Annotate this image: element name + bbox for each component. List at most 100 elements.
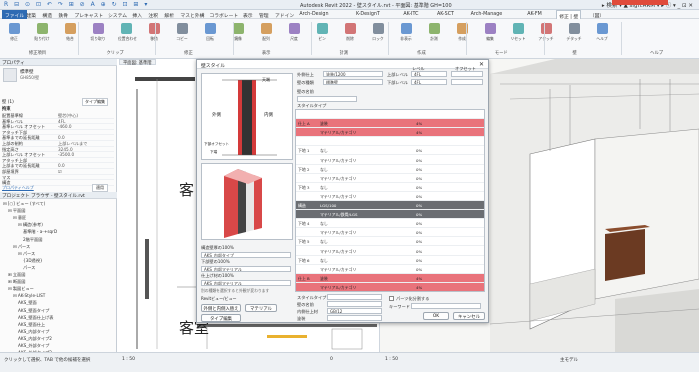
layer-value[interactable]: 0% — [416, 148, 422, 153]
layer-name[interactable]: なし — [320, 167, 328, 173]
layer-row[interactable]: 下地 1 なし 0% — [296, 146, 484, 156]
keyword-input[interactable] — [411, 303, 481, 309]
browser-tree-item[interactable]: ⊟ 構造(参考) — [18, 222, 43, 228]
layer-name[interactable]: マテリアル/鉄骨/LGS — [320, 212, 357, 218]
ribbon-button-3[interactable]: 切り取り — [90, 23, 106, 41]
layer-row[interactable]: マテリアル/カテゴリ 0% — [296, 247, 484, 256]
browser-tree-item[interactable]: ⊞ 立面図 — [8, 272, 25, 278]
tab-17[interactable]: AK-SCT — [437, 12, 454, 17]
tab-7[interactable]: 注釈 — [148, 12, 158, 19]
edit-type-button[interactable]: タイプ編集 — [82, 98, 108, 106]
layer-name[interactable]: なし — [320, 185, 328, 191]
layer-value[interactable]: 4% — [416, 276, 422, 281]
layer-value[interactable]: 4% — [416, 285, 422, 290]
top-level-select[interactable]: 4FL — [411, 71, 447, 77]
browser-tree-item[interactable]: {3D透視} — [23, 258, 43, 264]
property-value[interactable]: 0.0 — [58, 135, 65, 140]
layer-row[interactable]: 下地 6 なし 0% — [296, 256, 484, 265]
3d-scale[interactable]: 1 : 50 — [385, 357, 398, 362]
ribbon-button-14[interactable]: 非表示 — [398, 23, 414, 41]
tab-10[interactable]: コラボレート — [209, 12, 238, 19]
layer-row[interactable]: 下地 4 なし 0% — [296, 219, 484, 229]
layer-name[interactable]: マテリアル/カテゴリ — [320, 249, 356, 255]
bottom-field-input[interactable] — [327, 301, 382, 307]
tab-13[interactable]: アドイン — [275, 12, 294, 19]
layer-table[interactable]: 仕上 A 塗装 4% マテリアル/カテゴリ 4% 下地 1 なし 0% マテリアル/カテゴリ 0%… — [295, 109, 485, 292]
browser-tree-item[interactable]: 基準階 - a-+sqrD — [23, 229, 57, 235]
wall-selector[interactable]: 壁 (1) — [2, 99, 14, 105]
top-offset-input[interactable] — [451, 71, 483, 77]
layer-row[interactable]: 構造 LGS/100 0% — [296, 201, 484, 210]
material-button[interactable]: マテリアル — [245, 304, 277, 312]
browser-tree-item[interactable]: ⊟ 製図ビュー — [8, 286, 34, 292]
close-icon[interactable]: ✕ — [479, 61, 484, 68]
layer-value[interactable]: 0% — [416, 267, 422, 272]
layer-value[interactable]: 0% — [416, 194, 422, 199]
ribbon-button-4[interactable]: 位置合わせ — [118, 23, 137, 41]
tab-1[interactable]: 建築 — [26, 12, 36, 19]
layer-value[interactable]: 0% — [416, 221, 422, 226]
browser-tree-item[interactable]: ⊟ パース — [13, 244, 30, 250]
browser-tree-item[interactable]: ⊟ [○] ビュー (すべて) — [3, 201, 45, 207]
property-value[interactable]: 0.0 — [58, 163, 65, 168]
tab-11[interactable]: 表示 — [243, 12, 253, 19]
layer-value[interactable]: 0% — [416, 185, 422, 190]
layer-row[interactable]: マテリアル/カテゴリ 4% — [296, 282, 484, 291]
tab-18[interactable]: Arch-Manage — [471, 12, 503, 17]
browser-tree-item[interactable]: ⊟ AK-Style-LIST — [13, 293, 45, 298]
layer-value[interactable]: 0% — [416, 167, 422, 172]
layer-name[interactable]: マテリアル/カテゴリ — [320, 130, 356, 136]
layer-row[interactable]: マテリアル/カテゴリ 0% — [296, 265, 484, 274]
tab-20[interactable]: 修正 | 壁 — [556, 10, 582, 20]
bottom-field-input[interactable] — [327, 294, 382, 300]
layer-value[interactable]: 0% — [416, 176, 422, 181]
property-value[interactable]: 3245.0 — [58, 147, 73, 152]
quick-access-toolbar[interactable]: R ⊟ ⊙ ⊡ ↶ ↷ ⊞ ⊘ A ⊕ ↻ ⊡ ⊞ ▾ — [4, 1, 149, 8]
layer-row[interactable] — [296, 110, 484, 119]
layer-name[interactable]: 塗装 — [320, 276, 328, 282]
layer-row[interactable]: 仕上 B 塗装 4% — [296, 273, 484, 283]
browser-tree-item[interactable]: ⊟ 意匠 — [13, 215, 26, 221]
ribbon-button-18[interactable]: リセット — [510, 23, 526, 41]
layer-name[interactable]: なし — [320, 239, 328, 245]
browser-tree-item[interactable]: AKS_壁面仕上げ表 — [18, 315, 54, 321]
browser-tree-item[interactable]: AKS_内部タイプ2 — [18, 336, 52, 342]
ribbon-button-6[interactable]: コピー — [174, 23, 190, 41]
swap-sides-button[interactable]: 外側と内側入替え — [201, 304, 241, 312]
tab-3[interactable]: 鉄骨 — [58, 12, 68, 19]
bottom-offset-input[interactable] — [451, 79, 483, 85]
ribbon-button-21[interactable]: ヘルプ — [594, 23, 610, 41]
ribbon-button-2[interactable]: 結合 — [62, 23, 78, 41]
layer-value[interactable]: 0% — [416, 239, 422, 244]
layer-row[interactable]: 下地 2 なし 0% — [296, 165, 484, 174]
ribbon-button-17[interactable]: 編集 — [482, 23, 498, 41]
layer-row[interactable]: 仕上 A 塗装 4% — [296, 119, 484, 129]
layer-name[interactable]: LGS/100 — [320, 203, 336, 208]
layer-name[interactable]: マテリアル/カテゴリ — [320, 230, 356, 236]
ribbon-button-12[interactable]: 削除 — [342, 23, 358, 41]
browser-tree-item[interactable]: ⊞ 断面図 — [8, 279, 25, 285]
tab-12[interactable]: 管理 — [259, 12, 269, 19]
layer-row[interactable]: マテリアル/カテゴリ 0% — [296, 174, 484, 183]
ribbon-button-20[interactable]: デタッチ — [566, 23, 582, 41]
tab-21[interactable]: （図） — [590, 12, 604, 19]
layer-name[interactable]: なし — [320, 221, 328, 227]
tab-9[interactable]: マスと外構 — [180, 12, 204, 19]
layer-name[interactable]: マテリアル/カテゴリ — [320, 267, 356, 273]
browser-tree-item[interactable]: ⊟ パース — [18, 251, 35, 257]
apply-button[interactable]: 適用 — [92, 184, 108, 192]
layer-value[interactable]: 0% — [416, 230, 422, 235]
layer-name[interactable]: マテリアル/カテゴリ — [320, 194, 356, 200]
layer-row[interactable]: マテリアル/カテゴリ 0% — [296, 228, 484, 238]
layer-name[interactable]: マテリアル/カテゴリ — [320, 158, 356, 164]
layer-name[interactable]: なし — [320, 148, 328, 154]
property-value[interactable]: -3500.0 — [58, 152, 74, 157]
layer-row[interactable]: 下地 5 なし 0% — [296, 237, 484, 247]
ribbon-button-7[interactable]: 回転 — [202, 23, 218, 41]
split-parts-checkbox[interactable] — [389, 296, 394, 301]
layer-value[interactable]: 0% — [416, 203, 422, 208]
browser-tree-item[interactable]: 2階平面図 — [23, 237, 42, 243]
ribbon-button-19[interactable]: アタッチ — [538, 23, 554, 41]
browser-tree-item[interactable]: AKS_壁面 — [18, 300, 37, 306]
option-select[interactable]: AKS_内部タイプ — [201, 252, 291, 258]
